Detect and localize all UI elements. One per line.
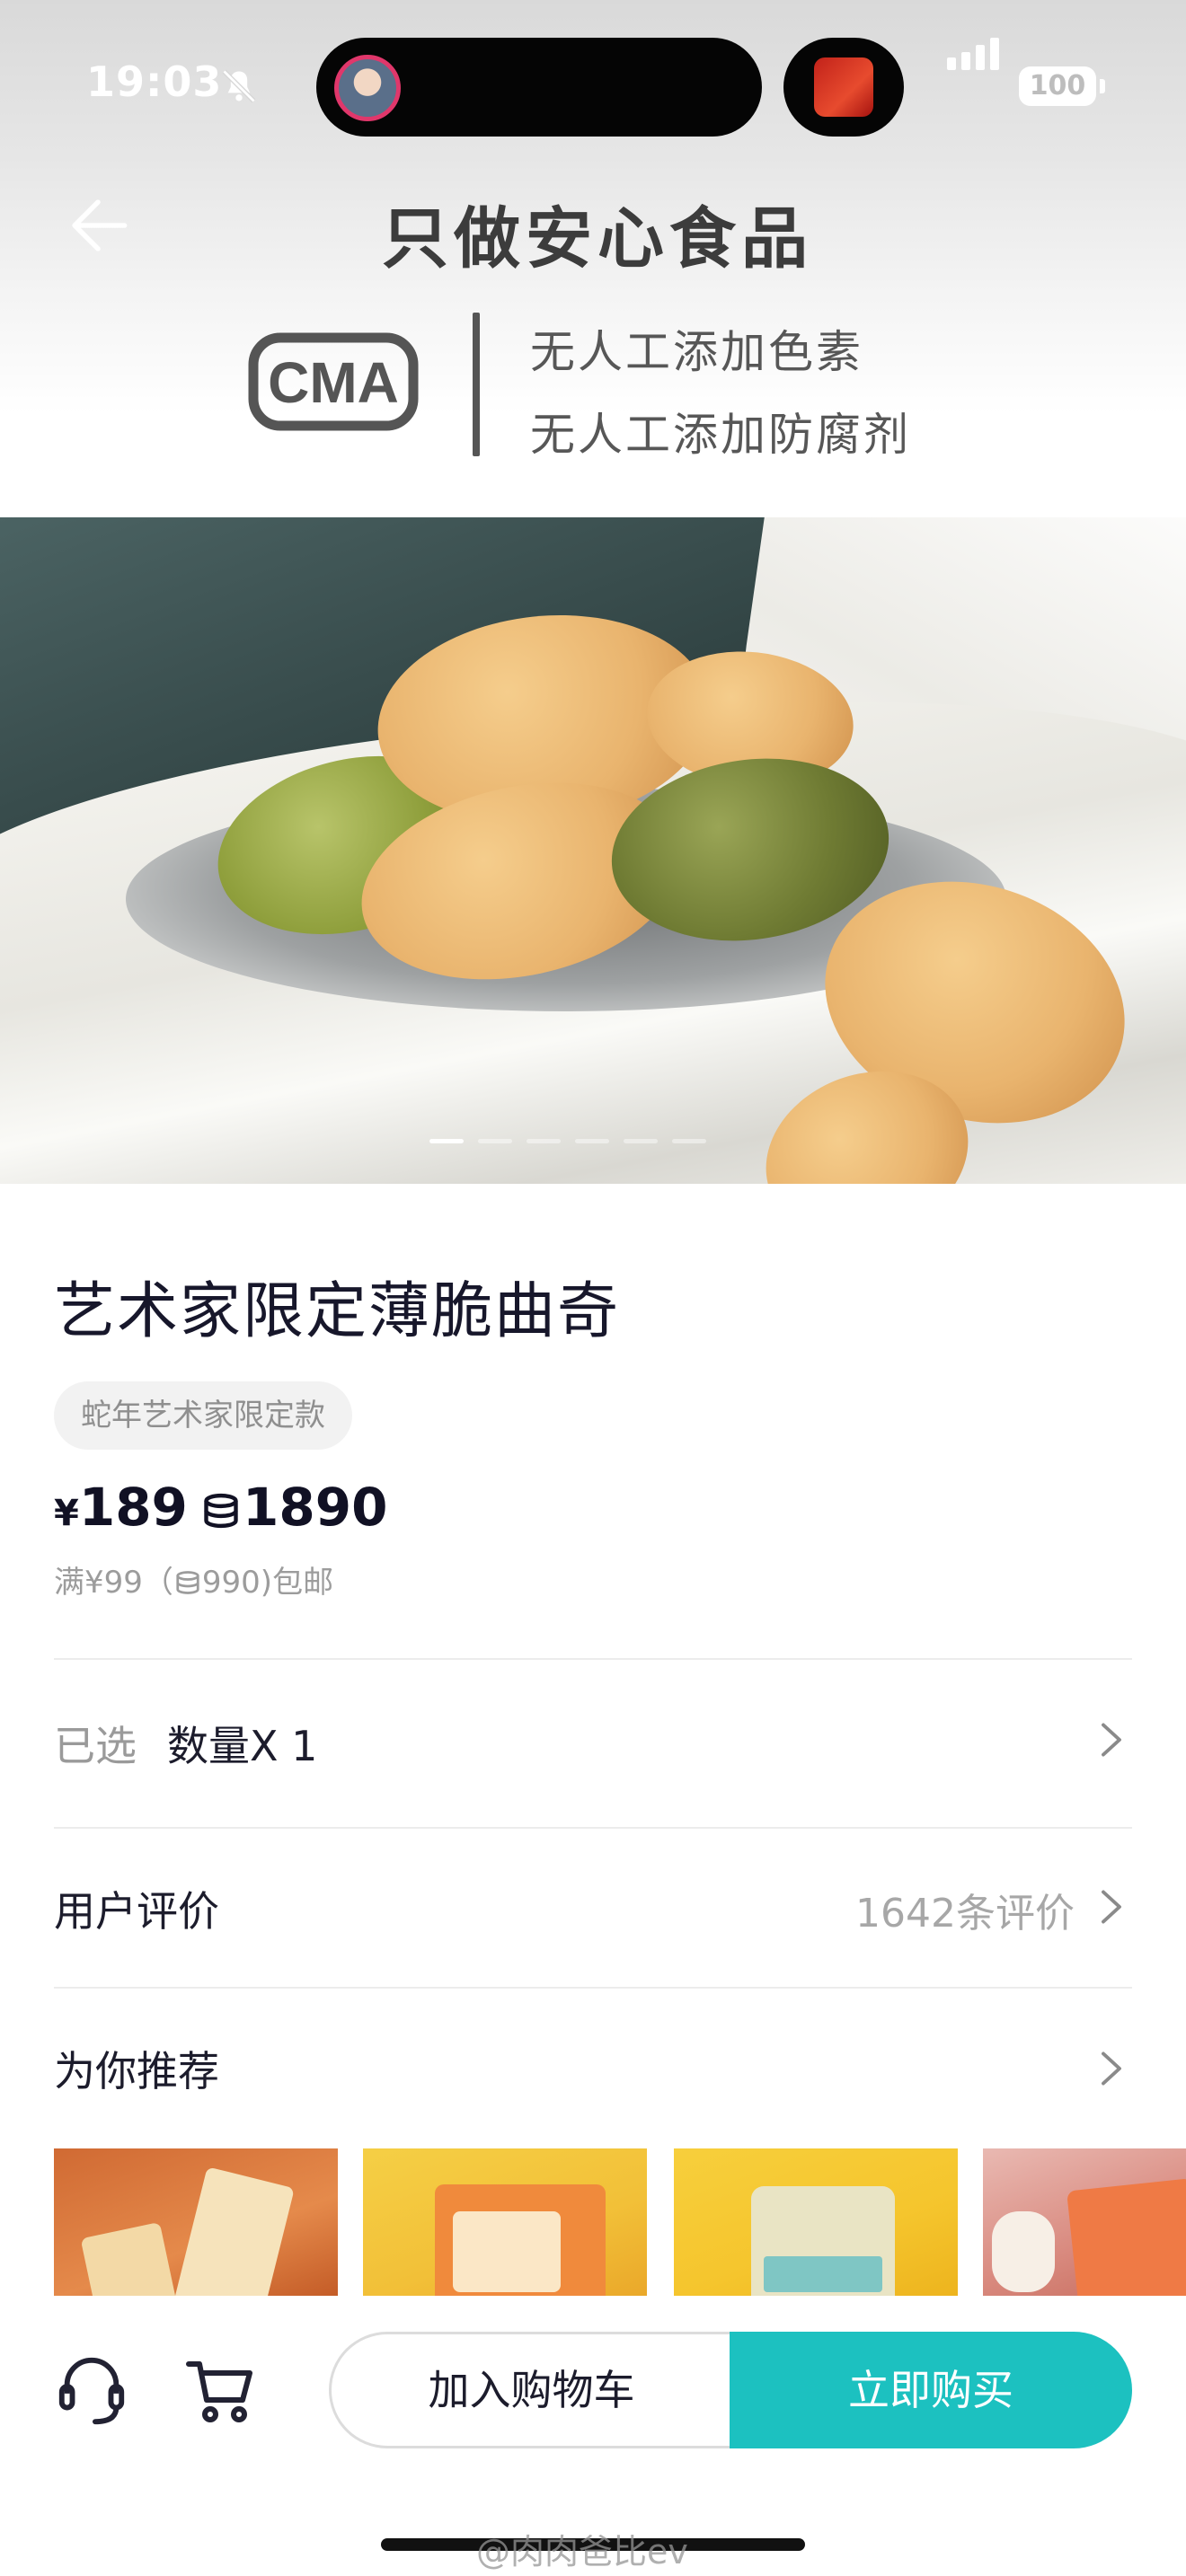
chevron-right-icon xyxy=(1102,2051,1121,2086)
buy-now-button[interactable]: 立即购买 xyxy=(730,2332,1132,2448)
product-title: 艺术家限定薄脆曲奇 xyxy=(54,1276,621,1347)
product-box-image xyxy=(173,2166,295,2296)
status-time: 19:03 xyxy=(86,57,223,106)
coin-price: 1890 xyxy=(243,1477,388,1538)
shipping-coin-value: 990)包邮 xyxy=(201,1565,334,1601)
product-box-image xyxy=(992,2211,1055,2292)
chevron-right-icon xyxy=(1102,1890,1121,1924)
dynamic-island xyxy=(316,38,762,137)
carousel-dot[interactable] xyxy=(478,1139,512,1143)
banner-title: 只做安心食品 xyxy=(382,200,813,278)
customer-service-icon[interactable] xyxy=(56,2351,128,2429)
carousel-dot[interactable] xyxy=(429,1139,464,1143)
divider xyxy=(54,1658,1132,1660)
live-activity-avatar xyxy=(334,55,401,121)
battery-icon: 100 xyxy=(1019,66,1096,106)
reviews-count: 1642条评价 xyxy=(855,1891,1075,1936)
recommend-label: 为你推荐 xyxy=(54,2047,219,2095)
price-value: 189 xyxy=(78,1477,188,1538)
carousel-dot[interactable] xyxy=(672,1139,706,1143)
product-box-image xyxy=(764,2256,882,2292)
recommended-product-thumbnail[interactable] xyxy=(54,2148,338,2296)
product-box-image xyxy=(80,2221,181,2296)
svg-text:CMA: CMA xyxy=(268,350,399,415)
recommended-product-thumbnail[interactable] xyxy=(983,2148,1186,2296)
coin-icon xyxy=(204,1493,238,1529)
banner-divider xyxy=(473,313,480,456)
coin-icon xyxy=(176,1571,199,1594)
recommended-product-thumbnail[interactable] xyxy=(363,2148,647,2296)
dynamic-island-app xyxy=(783,38,904,137)
carousel-dot[interactable] xyxy=(575,1139,609,1143)
watermark: @肉肉爸比ev xyxy=(476,2532,688,2572)
app-activity-thumbnail xyxy=(814,57,873,117)
selected-value: 数量X 1 xyxy=(167,1722,318,1770)
price: ¥189 xyxy=(54,1477,188,1538)
divider xyxy=(54,1987,1132,1989)
product-box-image xyxy=(453,2211,561,2292)
cma-logo: CMA xyxy=(248,332,419,431)
reviews-label: 用户评价 xyxy=(54,1887,219,1936)
battery-tip xyxy=(1100,79,1105,93)
claim-no-preservatives: 无人工添加防腐剂 xyxy=(530,409,911,461)
selected-label: 已选 xyxy=(54,1722,137,1770)
brand-banner: 19:03 100 只做安心食品 CMA 无人工添加色素 无人工添加防腐剂 xyxy=(0,0,1186,517)
shipping-prefix: 满¥99（ xyxy=(54,1565,173,1601)
product-tag: 蛇年艺术家限定款 xyxy=(54,1381,352,1450)
chevron-right-icon xyxy=(1102,1723,1121,1757)
recommended-product-thumbnail[interactable] xyxy=(674,2148,958,2296)
shipping-note: 满¥99（ 990)包邮 xyxy=(54,1557,333,1601)
divider xyxy=(54,1827,1132,1829)
add-to-cart-button[interactable]: 加入购物车 xyxy=(329,2332,731,2448)
carousel-dot[interactable] xyxy=(527,1139,561,1143)
claim-no-coloring: 无人工添加色素 xyxy=(530,326,863,378)
product-box-image xyxy=(1067,2178,1186,2296)
price-currency: ¥ xyxy=(54,1493,79,1534)
product-image-carousel[interactable] xyxy=(0,517,1186,1184)
cart-icon[interactable] xyxy=(185,2353,257,2425)
carousel-dot[interactable] xyxy=(624,1139,658,1143)
bell-slash-icon xyxy=(222,69,256,103)
